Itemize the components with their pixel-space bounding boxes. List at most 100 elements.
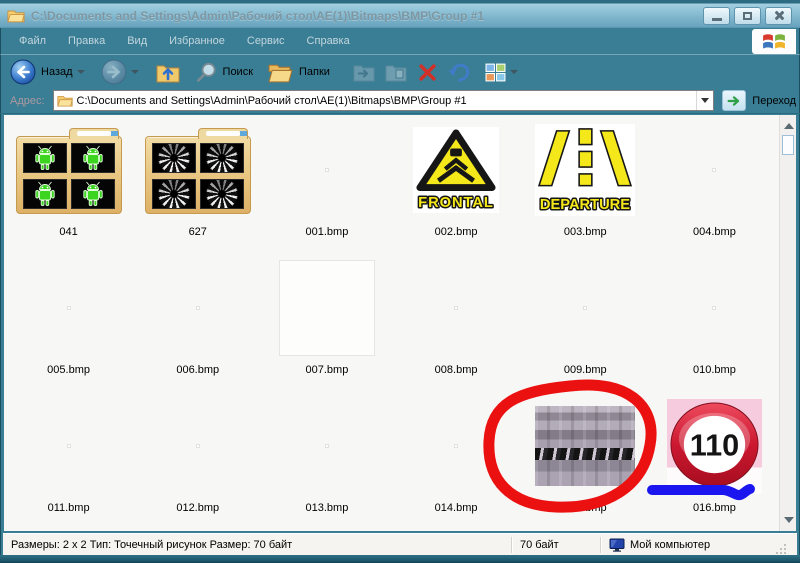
status-location-label: Мой компьютер	[630, 539, 710, 551]
delete-icon	[418, 63, 437, 82]
menu-tools[interactable]: Сервис	[236, 31, 296, 51]
file-item-041[interactable]: 041	[4, 118, 133, 256]
address-value: C:\Documents and Settings\Admin\Рабочий …	[77, 95, 697, 107]
menu-file[interactable]: Файл	[8, 31, 57, 51]
file-item-627[interactable]: 627	[133, 118, 262, 256]
minimize-icon	[712, 18, 722, 21]
scroll-down-icon[interactable]	[784, 517, 794, 523]
file-item-013[interactable]: 013.bmp	[262, 394, 391, 531]
status-location: Мой компьютер	[601, 534, 797, 555]
file-item-005[interactable]: 005.bmp	[4, 256, 133, 394]
file-item-015[interactable]: 015.bmp	[521, 394, 650, 531]
file-label: 009.bmp	[564, 364, 607, 376]
tiny-bitmap-thumbnail	[712, 306, 716, 310]
file-item-014[interactable]: 014.bmp	[392, 394, 521, 531]
back-dropdown[interactable]	[77, 70, 85, 74]
title-bar: C:\Documents and Settings\Admin\Рабочий …	[0, 0, 800, 28]
file-label: 003.bmp	[564, 226, 607, 238]
texture-bitmap-thumbnail	[535, 406, 635, 486]
menu-edit[interactable]: Правка	[57, 31, 116, 51]
folder-up-icon	[155, 60, 181, 84]
go-button[interactable]: Переход	[722, 90, 796, 111]
file-label: 013.bmp	[306, 502, 349, 514]
copy-to-button[interactable]	[384, 61, 408, 83]
file-label: 001.bmp	[306, 226, 349, 238]
tiny-bitmap-thumbnail	[712, 168, 716, 172]
file-item-007[interactable]: 007.bmp	[262, 256, 391, 394]
menu-help[interactable]: Справка	[296, 31, 361, 51]
status-size: 70 байт	[512, 534, 600, 555]
resize-grip[interactable]	[775, 543, 787, 555]
address-label: Адрес:	[10, 95, 45, 107]
spinner-preview	[201, 180, 243, 208]
file-item-002[interactable]: FRONTAL 002.bmp	[392, 118, 521, 256]
spinner-preview	[153, 180, 195, 208]
address-bar: Адрес: C:\Documents and Settings\Admin\Р…	[0, 88, 800, 114]
go-arrow-icon	[722, 90, 746, 111]
frontal-text: FRONTAL	[418, 195, 494, 211]
file-label: 015.bmp	[564, 502, 607, 514]
file-label: 012.bmp	[176, 502, 219, 514]
delete-button[interactable]	[418, 63, 437, 82]
spinner-preview	[201, 144, 243, 172]
back-button[interactable]: Назад	[10, 59, 73, 85]
windows-flag-icon	[762, 30, 786, 54]
address-input[interactable]: C:\Documents and Settings\Admin\Рабочий …	[53, 90, 715, 111]
folders-label: Папки	[299, 66, 330, 78]
file-item-003[interactable]: DEPARTURE 003.bmp	[521, 118, 650, 256]
file-label: 014.bmp	[435, 502, 478, 514]
views-button[interactable]	[485, 63, 506, 82]
robot-preview	[24, 144, 66, 172]
tiny-bitmap-thumbnail	[196, 444, 200, 448]
file-label: 006.bmp	[176, 364, 219, 376]
tiny-bitmap-thumbnail	[67, 306, 71, 310]
file-item-016[interactable]: 110 016.bmp	[650, 394, 779, 531]
folder-thumbnail	[4, 118, 133, 222]
file-item-004[interactable]: 004.bmp	[650, 118, 779, 256]
minimize-button[interactable]	[703, 7, 730, 25]
forward-button[interactable]	[101, 59, 127, 85]
scrollbar-thumb[interactable]	[782, 135, 794, 155]
file-item-011[interactable]: 011.bmp	[4, 394, 133, 531]
forward-icon	[101, 59, 127, 85]
window-title: C:\Documents and Settings\Admin\Рабочий …	[31, 9, 703, 23]
move-to-button[interactable]	[352, 61, 376, 83]
file-label: 005.bmp	[47, 364, 90, 376]
forward-dropdown[interactable]	[131, 70, 139, 74]
file-label: 041	[59, 226, 77, 238]
scroll-up-icon[interactable]	[784, 123, 794, 129]
menu-view[interactable]: Вид	[116, 31, 158, 51]
file-label: 002.bmp	[435, 226, 478, 238]
file-label: 007.bmp	[306, 364, 349, 376]
file-list-view: 041	[4, 115, 779, 531]
search-button[interactable]: Поиск	[195, 61, 253, 84]
vertical-scrollbar[interactable]	[779, 115, 796, 531]
robot-preview	[72, 180, 114, 208]
file-item-001[interactable]: 001.bmp	[262, 118, 391, 256]
departure-sign-thumbnail: DEPARTURE	[535, 124, 635, 216]
file-item-012[interactable]: 012.bmp	[133, 394, 262, 531]
close-icon	[773, 10, 784, 21]
file-item-010[interactable]: 010.bmp	[650, 256, 779, 394]
undo-icon	[447, 61, 471, 83]
file-item-006[interactable]: 006.bmp	[133, 256, 262, 394]
views-dropdown[interactable]	[510, 70, 518, 74]
file-label: 008.bmp	[435, 364, 478, 376]
menu-favorites[interactable]: Избранное	[158, 31, 236, 51]
close-button[interactable]	[765, 7, 792, 25]
folders-button[interactable]: Папки	[267, 61, 330, 84]
maximize-icon	[743, 12, 752, 20]
search-label: Поиск	[223, 66, 253, 78]
address-dropdown[interactable]	[696, 91, 713, 110]
folder-tab-stripe	[77, 131, 111, 136]
undo-button[interactable]	[447, 61, 471, 83]
file-item-009[interactable]: 009.bmp	[521, 256, 650, 394]
go-label: Переход	[752, 95, 796, 107]
maximize-button[interactable]	[734, 7, 761, 25]
tiny-bitmap-thumbnail	[67, 444, 71, 448]
speed-limit-text: 110	[690, 428, 739, 462]
tiny-bitmap-thumbnail	[583, 306, 587, 310]
up-button[interactable]	[155, 60, 181, 84]
address-folder-icon	[57, 94, 73, 107]
file-item-008[interactable]: 008.bmp	[392, 256, 521, 394]
